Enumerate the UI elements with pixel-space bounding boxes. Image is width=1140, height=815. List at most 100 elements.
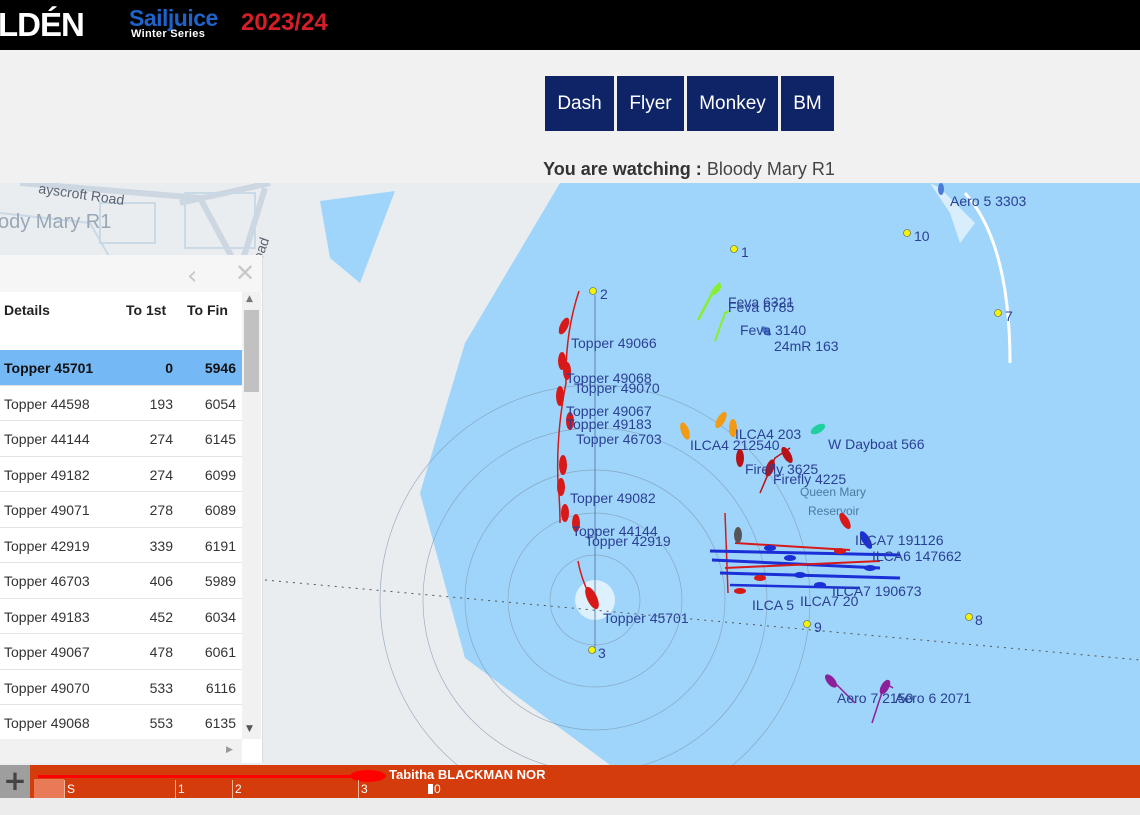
close-icon[interactable]: ✕	[235, 259, 255, 287]
chevron-left-icon[interactable]: ‹	[187, 261, 197, 291]
boat-marker[interactable]	[834, 548, 846, 554]
brand-logo: LDÉN	[0, 6, 85, 43]
timeline-tick-label[interactable]: 1	[178, 782, 185, 796]
timeline-track	[38, 775, 383, 778]
race-timeline[interactable]: + Tabitha BLACKMAN NOR S 1 2 3 0	[0, 765, 1140, 798]
boat-marker[interactable]	[557, 478, 565, 496]
mark-label: 8	[975, 612, 983, 628]
row-to-first: 0	[165, 360, 173, 376]
row-boat-name: Topper 46703	[4, 573, 90, 589]
boat-marker[interactable]	[754, 575, 766, 581]
row-boat-name: Topper 45701	[4, 360, 94, 376]
boat-label: Firefly 4225	[773, 471, 846, 487]
mark-1[interactable]	[730, 245, 738, 253]
table-row[interactable]: Topper 46703 406 5989	[0, 563, 242, 599]
nav-button-bm[interactable]: BM	[781, 76, 834, 131]
scroll-up-icon[interactable]: ▲	[246, 294, 253, 304]
boat-label: Topper 49082	[570, 490, 656, 506]
mark-label: 2	[600, 286, 608, 302]
row-to-first: 452	[149, 608, 173, 625]
series-sub: Winter Series	[131, 28, 206, 40]
reservoir-label: Queen Mary	[800, 485, 866, 499]
boat-marker[interactable]	[734, 588, 746, 594]
table-row[interactable]: Topper 49070 533 6116	[0, 670, 242, 705]
table-row[interactable]: Topper 44598 193 6054	[0, 386, 242, 421]
column-header-details[interactable]: Details	[4, 302, 50, 318]
timeline-tick	[232, 780, 233, 798]
boat-label: 24mR 163	[774, 338, 839, 354]
timeline-tick-label[interactable]: 3	[361, 782, 368, 796]
row-boat-name: Topper 49071	[4, 502, 90, 518]
boat-marker[interactable]	[938, 183, 944, 195]
boat-marker[interactable]	[784, 555, 796, 561]
zoom-in-button[interactable]: +	[0, 765, 30, 798]
mark-2[interactable]	[589, 287, 597, 295]
nav-button-flyer[interactable]: Flyer	[617, 76, 684, 131]
timeline-boat-name: Tabitha BLACKMAN NOR	[389, 767, 546, 782]
timeline-tick-label[interactable]: 2	[235, 782, 242, 796]
mark-7[interactable]	[994, 309, 1002, 317]
boat-marker[interactable]	[556, 386, 564, 406]
scroll-down-icon[interactable]: ▼	[246, 724, 253, 734]
boat-marker[interactable]	[794, 572, 806, 578]
table-row[interactable]: Topper 49071 278 6089	[0, 492, 242, 528]
boat-label: Feva 3140	[740, 322, 806, 338]
row-boat-name: Topper 49070	[4, 679, 90, 696]
season-label: 2023/24	[241, 9, 328, 36]
table-row[interactable]: Topper 49182 274 6099	[0, 457, 242, 492]
nav-button-dash[interactable]: Dash	[545, 76, 614, 131]
row-to-finish: 6135	[204, 715, 236, 731]
boat-marker[interactable]	[561, 504, 569, 522]
boat-label: ILCA7 20	[800, 593, 859, 609]
mark-8[interactable]	[965, 613, 973, 621]
table-row[interactable]: Topper 42919 339 6191	[0, 528, 242, 563]
timeline-cursor[interactable]	[428, 784, 433, 794]
boat-marker[interactable]	[764, 545, 776, 551]
boat-marker[interactable]	[734, 527, 742, 543]
table-row[interactable]: Topper 49183 452 6034	[0, 599, 242, 634]
mark-10[interactable]	[903, 229, 911, 237]
row-boat-name: Topper 49067	[4, 644, 90, 660]
mark-label: 7	[1005, 308, 1013, 324]
boat-label: Topper 49066	[571, 335, 657, 351]
vertical-scrollbar[interactable]: ▲ ▼	[242, 292, 261, 739]
timeline-tick-label[interactable]: S	[67, 782, 75, 796]
boat-marker[interactable]	[864, 565, 876, 571]
column-header-to-first[interactable]: To 1st	[126, 302, 166, 318]
row-boat-name: Topper 49183	[4, 608, 90, 625]
row-to-first: 274	[149, 431, 173, 447]
row-to-finish: 6089	[204, 502, 236, 518]
horizontal-scrollbar[interactable]: ▶	[0, 739, 242, 763]
row-to-finish: 5989	[204, 573, 236, 589]
column-header-to-finish[interactable]: To Fin	[187, 302, 228, 318]
row-boat-name: Topper 49182	[4, 466, 90, 483]
results-table-header: Details To 1st To Fin	[0, 292, 242, 350]
boat-label: Aero 6 2071	[895, 690, 971, 706]
nav-button-monkey[interactable]: Monkey	[687, 76, 778, 131]
row-to-first: 533	[149, 679, 173, 696]
row-to-first: 478	[149, 644, 173, 660]
race-nav: Dash Flyer Monkey BM	[545, 76, 834, 131]
boat-label: Topper 45701	[603, 610, 689, 626]
table-row[interactable]: Topper 44144 274 6145	[0, 421, 242, 457]
boat-label: Topper 49070	[574, 380, 660, 396]
scroll-right-icon[interactable]: ▶	[226, 745, 233, 755]
row-to-first: 278	[149, 502, 173, 518]
row-boat-name: Topper 42919	[4, 537, 90, 554]
mark-9[interactable]	[803, 620, 811, 628]
row-boat-name: Topper 44144	[4, 431, 90, 447]
table-row[interactable]: Topper 45701 0 5946	[0, 350, 242, 386]
series-name: Sailjuice	[129, 5, 218, 31]
table-row[interactable]: Topper 49068 553 6135	[0, 705, 242, 741]
sailjuice-logo: Sailjuice Winter Series	[129, 7, 218, 40]
scroll-thumb[interactable]	[244, 310, 259, 392]
table-row[interactable]: Topper 49067 478 6061	[0, 634, 242, 670]
top-bar: LDÉN Sailjuice Winter Series 2023/24	[0, 0, 1140, 50]
mark-3[interactable]	[588, 646, 596, 654]
timeline-boat-marker[interactable]	[350, 770, 386, 782]
boat-marker[interactable]	[814, 582, 826, 588]
row-to-first: 193	[149, 395, 173, 412]
boat-marker[interactable]	[559, 455, 567, 475]
mark-label: 1	[741, 244, 749, 260]
boat-label: ILCA7 191126	[855, 532, 944, 548]
